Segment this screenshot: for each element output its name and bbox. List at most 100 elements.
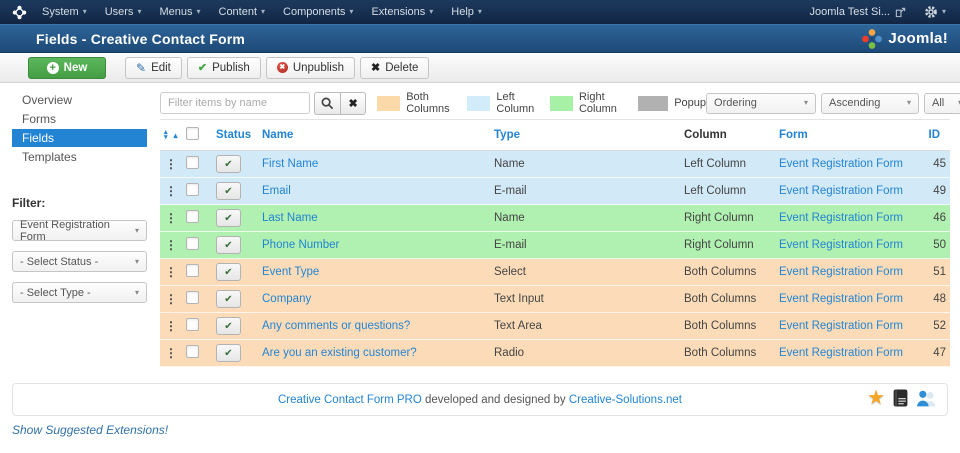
menu-content[interactable]: Content▾ [210, 6, 275, 18]
row-checkbox[interactable] [186, 318, 199, 331]
drag-handle[interactable]: ⋮ [160, 286, 182, 313]
settings-menu-button[interactable]: ▾ [914, 5, 950, 19]
check-icon: ✔ [198, 61, 207, 74]
check-all-header[interactable] [182, 120, 212, 151]
publish-button[interactable]: ✔ Publish [187, 57, 261, 79]
sidebar-item-forms[interactable]: Forms [12, 110, 147, 128]
sidebar-item-templates[interactable]: Templates [12, 148, 147, 166]
direction-select[interactable]: Ascending▾ [821, 93, 919, 114]
sidebar-item-overview[interactable]: Overview [12, 91, 147, 109]
form-link[interactable]: Event Registration Form [779, 266, 903, 278]
menu-menus[interactable]: Menus▾ [150, 6, 209, 18]
status-toggle[interactable]: ✔ [216, 263, 241, 281]
status-toggle[interactable]: ✔ [216, 317, 241, 335]
form-link[interactable]: Event Registration Form [779, 320, 903, 332]
menu-users[interactable]: Users▾ [96, 6, 151, 18]
clear-search-button[interactable]: ✖ [340, 92, 366, 115]
name-header[interactable]: Name [258, 120, 490, 151]
status-toggle[interactable]: ✔ [216, 344, 241, 362]
sort-asc-icon: ▴ [174, 131, 178, 140]
form-filter-select[interactable]: Event Registration Form▾ [12, 220, 147, 241]
drag-handle[interactable]: ⋮ [160, 178, 182, 205]
check-all-checkbox[interactable] [186, 127, 199, 140]
status-toggle[interactable]: ✔ [216, 236, 241, 254]
table-row: ⋮ ✔ First Name Name Left Column Event Re… [160, 151, 950, 178]
status-toggle[interactable]: ✔ [216, 290, 241, 308]
form-link[interactable]: Event Registration Form [779, 239, 903, 251]
legend-popup: Popup [638, 96, 706, 111]
chevron-down-icon: ▾ [349, 8, 353, 16]
form-link[interactable]: Event Registration Form [779, 158, 903, 170]
row-checkbox[interactable] [186, 156, 199, 169]
show-suggested-extensions-link[interactable]: Show Suggested Extensions! [12, 423, 168, 437]
form-link[interactable]: Event Registration Form [779, 185, 903, 197]
field-id: 48 [915, 286, 950, 313]
joomla-logo-icon [861, 28, 883, 50]
book-docs-icon[interactable] [892, 388, 909, 408]
drag-handle[interactable]: ⋮ [160, 259, 182, 286]
menu-help[interactable]: Help▾ [442, 6, 491, 18]
row-checkbox[interactable] [186, 237, 199, 250]
field-name-link[interactable]: Event Type [262, 266, 319, 278]
field-type: Name [490, 205, 680, 232]
table-row: ⋮ ✔ Email E-mail Left Column Event Regis… [160, 178, 950, 205]
status-toggle[interactable]: ✔ [216, 209, 241, 227]
id-header[interactable]: ID [915, 120, 950, 151]
menu-system[interactable]: System▾ [33, 6, 96, 18]
joomla-logo-text: Joomla! [888, 30, 948, 47]
drag-handle[interactable]: ⋮ [160, 313, 182, 340]
star-rating-icon[interactable]: ★ [867, 388, 885, 408]
delete-button[interactable]: ✖ Delete [360, 57, 429, 79]
row-checkbox[interactable] [186, 264, 199, 277]
new-button[interactable]: + New [28, 57, 106, 79]
row-checkbox[interactable] [186, 210, 199, 223]
type-header[interactable]: Type [490, 120, 680, 151]
chevron-down-icon: ▾ [261, 8, 265, 16]
status-toggle[interactable]: ✔ [216, 182, 241, 200]
unpublish-button[interactable]: ✖ Unpublish [266, 57, 355, 79]
status-toggle[interactable]: ✔ [216, 155, 241, 173]
drag-handle[interactable]: ⋮ [160, 340, 182, 367]
type-filter-select[interactable]: - Select Type -▾ [12, 282, 147, 303]
drag-handle[interactable]: ⋮ [160, 151, 182, 178]
table-row: ⋮ ✔ Last Name Name Right Column Event Re… [160, 205, 950, 232]
form-link[interactable]: Event Registration Form [779, 347, 903, 359]
support-people-icon[interactable] [916, 388, 937, 408]
right-column-swatch [550, 96, 573, 111]
edit-button[interactable]: ✎ Edit [125, 57, 182, 79]
field-name-link[interactable]: Phone Number [262, 239, 339, 251]
column-header: Column [680, 120, 775, 151]
row-checkbox[interactable] [186, 291, 199, 304]
sidebar-item-fields[interactable]: Fields [12, 129, 147, 147]
search-button[interactable] [314, 92, 340, 115]
menu-components[interactable]: Components▾ [274, 6, 362, 18]
ordering-sort-header[interactable]: ▴▾▴ [160, 120, 182, 151]
footer-icons: ★ [867, 388, 937, 408]
limit-select[interactable]: All▾ [924, 93, 960, 114]
drag-handle[interactable]: ⋮ [160, 232, 182, 259]
menu-extensions[interactable]: Extensions▾ [362, 6, 442, 18]
view-site-link[interactable]: Joomla Test Si... [801, 6, 914, 18]
pencil-icon: ✎ [136, 61, 146, 75]
field-name-link[interactable]: Company [262, 293, 311, 305]
row-checkbox[interactable] [186, 345, 199, 358]
search-input[interactable] [160, 92, 310, 114]
field-name-link[interactable]: Last Name [262, 212, 318, 224]
form-link[interactable]: Event Registration Form [779, 212, 903, 224]
drag-handle[interactable]: ⋮ [160, 205, 182, 232]
field-name-link[interactable]: First Name [262, 158, 318, 170]
product-link[interactable]: Creative Contact Form PRO [278, 394, 422, 406]
row-checkbox[interactable] [186, 183, 199, 196]
ordering-select[interactable]: Ordering▾ [706, 93, 816, 114]
vendor-link[interactable]: Creative-Solutions.net [569, 394, 682, 406]
status-filter-select[interactable]: - Select Status -▾ [12, 251, 147, 272]
chevron-down-icon: ▾ [83, 8, 87, 16]
chevron-down-icon: ▾ [804, 99, 808, 107]
form-link[interactable]: Event Registration Form [779, 293, 903, 305]
field-name-link[interactable]: Email [262, 185, 291, 197]
status-header[interactable]: Status [212, 120, 258, 151]
form-header[interactable]: Form [775, 120, 915, 151]
field-name-link[interactable]: Any comments or questions? [262, 320, 410, 332]
field-name-link[interactable]: Are you an existing customer? [262, 347, 417, 359]
sidebar-nav: Overview Forms Fields Templates [12, 91, 147, 166]
